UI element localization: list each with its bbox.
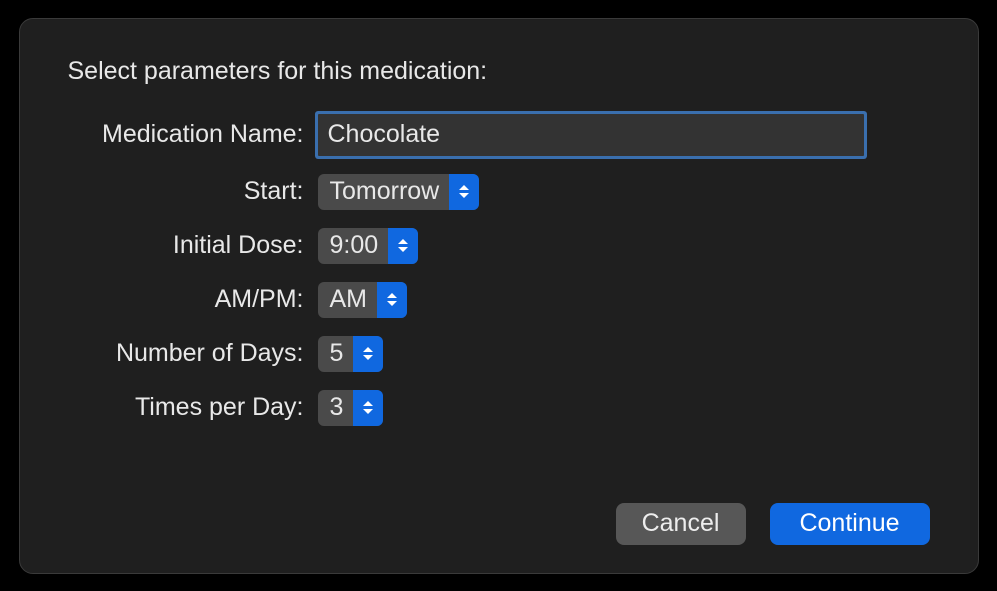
updown-icon [353, 390, 383, 426]
updown-icon [388, 228, 418, 264]
dialog-title: Select parameters for this medication: [68, 57, 930, 86]
am-pm-label: AM/PM: [68, 285, 318, 314]
times-per-day-label: Times per Day: [68, 393, 318, 422]
cancel-button[interactable]: Cancel [616, 503, 746, 545]
am-pm-row: AM/PM: AM [68, 282, 930, 318]
updown-icon [353, 336, 383, 372]
start-row: Start: Tomorrow [68, 174, 930, 210]
button-row: Cancel Continue [616, 503, 930, 545]
initial-dose-row: Initial Dose: 9:00 [68, 228, 930, 264]
updown-icon [449, 174, 479, 210]
number-of-days-value: 5 [318, 336, 354, 372]
start-value: Tomorrow [318, 174, 450, 210]
am-pm-select[interactable]: AM [318, 282, 408, 318]
initial-dose-label: Initial Dose: [68, 231, 318, 260]
medication-parameters-dialog: Select parameters for this medication: M… [19, 18, 979, 574]
start-select[interactable]: Tomorrow [318, 174, 480, 210]
updown-icon [377, 282, 407, 318]
medication-name-label: Medication Name: [68, 120, 318, 149]
medication-name-row: Medication Name: [68, 114, 930, 156]
start-label: Start: [68, 177, 318, 206]
initial-dose-select[interactable]: 9:00 [318, 228, 419, 264]
times-per-day-select[interactable]: 3 [318, 390, 384, 426]
medication-name-input[interactable] [318, 114, 864, 156]
times-per-day-value: 3 [318, 390, 354, 426]
number-of-days-row: Number of Days: 5 [68, 336, 930, 372]
initial-dose-value: 9:00 [318, 228, 389, 264]
continue-button[interactable]: Continue [770, 503, 930, 545]
am-pm-value: AM [318, 282, 378, 318]
number-of-days-label: Number of Days: [68, 339, 318, 368]
number-of-days-select[interactable]: 5 [318, 336, 384, 372]
times-per-day-row: Times per Day: 3 [68, 390, 930, 426]
